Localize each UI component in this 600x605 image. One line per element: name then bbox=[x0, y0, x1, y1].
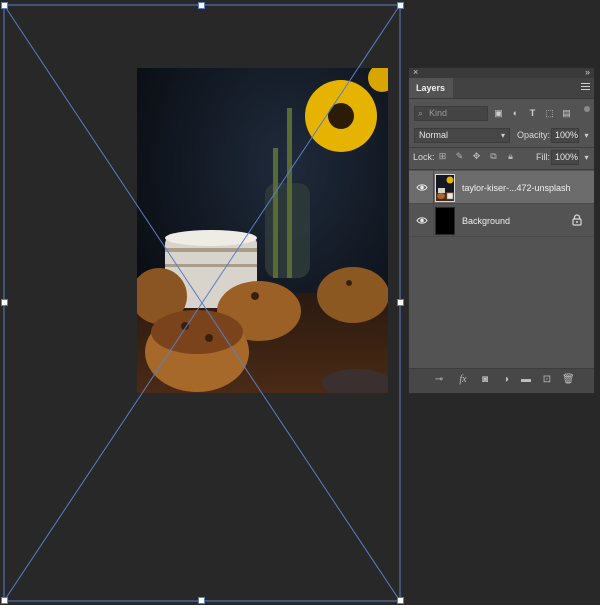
layer-row-smart-object[interactable]: taylor-kiser-...472-unsplash bbox=[409, 171, 594, 204]
panel-tab-bar: Layers bbox=[409, 78, 594, 99]
lock-artboard-icon[interactable]: ⧉ bbox=[488, 151, 499, 162]
layer-name[interactable]: taylor-kiser-...472-unsplash bbox=[462, 183, 571, 193]
transform-handle-right[interactable] bbox=[397, 299, 404, 306]
lock-fill-row: Lock: ⊞ ✎ ✥ ⧉ 🔒︎ Fill: 100% ▾ bbox=[409, 150, 594, 166]
transform-handle-bottom-right[interactable] bbox=[397, 597, 404, 604]
lock-image-icon[interactable]: ✎ bbox=[454, 151, 465, 162]
type-filter-icon[interactable]: T bbox=[527, 108, 538, 119]
filter-toggle-icon[interactable] bbox=[584, 106, 590, 112]
lock-position-icon[interactable]: ✥ bbox=[471, 151, 482, 162]
visibility-eye-icon[interactable] bbox=[416, 215, 428, 226]
new-layer-icon[interactable]: ⊡ bbox=[541, 374, 553, 386]
link-layers-icon[interactable]: ⊸ bbox=[433, 374, 445, 386]
image-filter-icon[interactable]: ▣ bbox=[493, 108, 504, 119]
opacity-dropdown-icon[interactable]: ▾ bbox=[581, 128, 592, 143]
fill-input[interactable]: 100% bbox=[551, 150, 579, 165]
transform-handle-bottom[interactable] bbox=[198, 597, 205, 604]
layers-panel-footer: ⊸ fx ◙ ◑ ▬ ⊡ 🗑︎ bbox=[409, 368, 594, 393]
transform-handle-top-left[interactable] bbox=[1, 2, 8, 9]
smart-object-filter-icon[interactable]: ▤ bbox=[561, 108, 572, 119]
eye-column-divider bbox=[433, 204, 434, 237]
blend-mode-select[interactable]: Normal ▾ bbox=[414, 128, 510, 143]
tab-layers[interactable]: Layers bbox=[409, 78, 453, 98]
add-mask-icon[interactable]: ◙ bbox=[479, 374, 491, 386]
lock-all-icon[interactable]: 🔒︎ bbox=[505, 151, 516, 162]
search-icon: ⌕ bbox=[418, 108, 424, 118]
transform-handle-top-right[interactable] bbox=[397, 2, 404, 9]
filter-kind-select[interactable]: ⌕ Kind bbox=[414, 106, 488, 121]
layer-thumbnail[interactable] bbox=[435, 174, 455, 202]
transform-handle-top[interactable] bbox=[198, 2, 205, 9]
layer-row-background[interactable]: Background bbox=[409, 204, 594, 237]
layer-thumbnail[interactable] bbox=[435, 207, 455, 235]
shape-filter-icon[interactable]: ⬚ bbox=[544, 108, 555, 119]
opacity-input[interactable]: 100% bbox=[551, 128, 579, 143]
adjustment-layer-icon[interactable]: ◑ bbox=[500, 374, 512, 386]
collapse-icon[interactable]: ›› bbox=[585, 67, 590, 77]
panel-divider bbox=[409, 147, 594, 148]
lock-transparent-icon[interactable]: ⊞ bbox=[437, 151, 448, 162]
panel-menu-icon[interactable] bbox=[581, 83, 590, 92]
adjustment-filter-icon[interactable]: ◐ bbox=[510, 108, 521, 119]
layer-name[interactable]: Background bbox=[462, 216, 510, 226]
muffins-photo-image bbox=[137, 68, 388, 393]
thumbnail-image bbox=[436, 175, 454, 201]
new-group-icon[interactable]: ▬ bbox=[520, 374, 532, 386]
transform-handle-bottom-left[interactable] bbox=[1, 597, 8, 604]
opacity-label: Opacity: bbox=[517, 130, 551, 140]
visibility-eye-icon[interactable] bbox=[416, 182, 428, 193]
panel-divider bbox=[409, 169, 594, 170]
lock-icon bbox=[572, 214, 582, 226]
blend-mode-value: Normal bbox=[419, 130, 449, 140]
placed-photo[interactable] bbox=[137, 68, 388, 393]
layers-panel: × ›› Layers ⌕ Kind ▣ ◐ T ⬚ ▤ Normal ▾ Op… bbox=[408, 67, 595, 394]
blend-opacity-row: Normal ▾ Opacity: 100% ▾ bbox=[409, 128, 594, 144]
layer-filter-bar: ⌕ Kind ▣ ◐ T ⬚ ▤ bbox=[409, 106, 594, 124]
fill-dropdown-icon[interactable]: ▾ bbox=[581, 150, 592, 165]
panel-header-bar: × ›› bbox=[409, 67, 594, 78]
eye-column-divider bbox=[433, 171, 434, 204]
filter-kind-label: Kind bbox=[429, 108, 448, 118]
transform-handle-left[interactable] bbox=[1, 299, 8, 306]
fill-label: Fill: bbox=[536, 152, 550, 162]
fx-icon[interactable]: fx bbox=[457, 374, 469, 386]
chevron-down-icon: ▾ bbox=[500, 131, 505, 140]
close-icon[interactable]: × bbox=[413, 67, 418, 77]
lock-label: Lock: bbox=[413, 152, 435, 162]
trash-icon[interactable]: 🗑︎ bbox=[562, 374, 575, 386]
